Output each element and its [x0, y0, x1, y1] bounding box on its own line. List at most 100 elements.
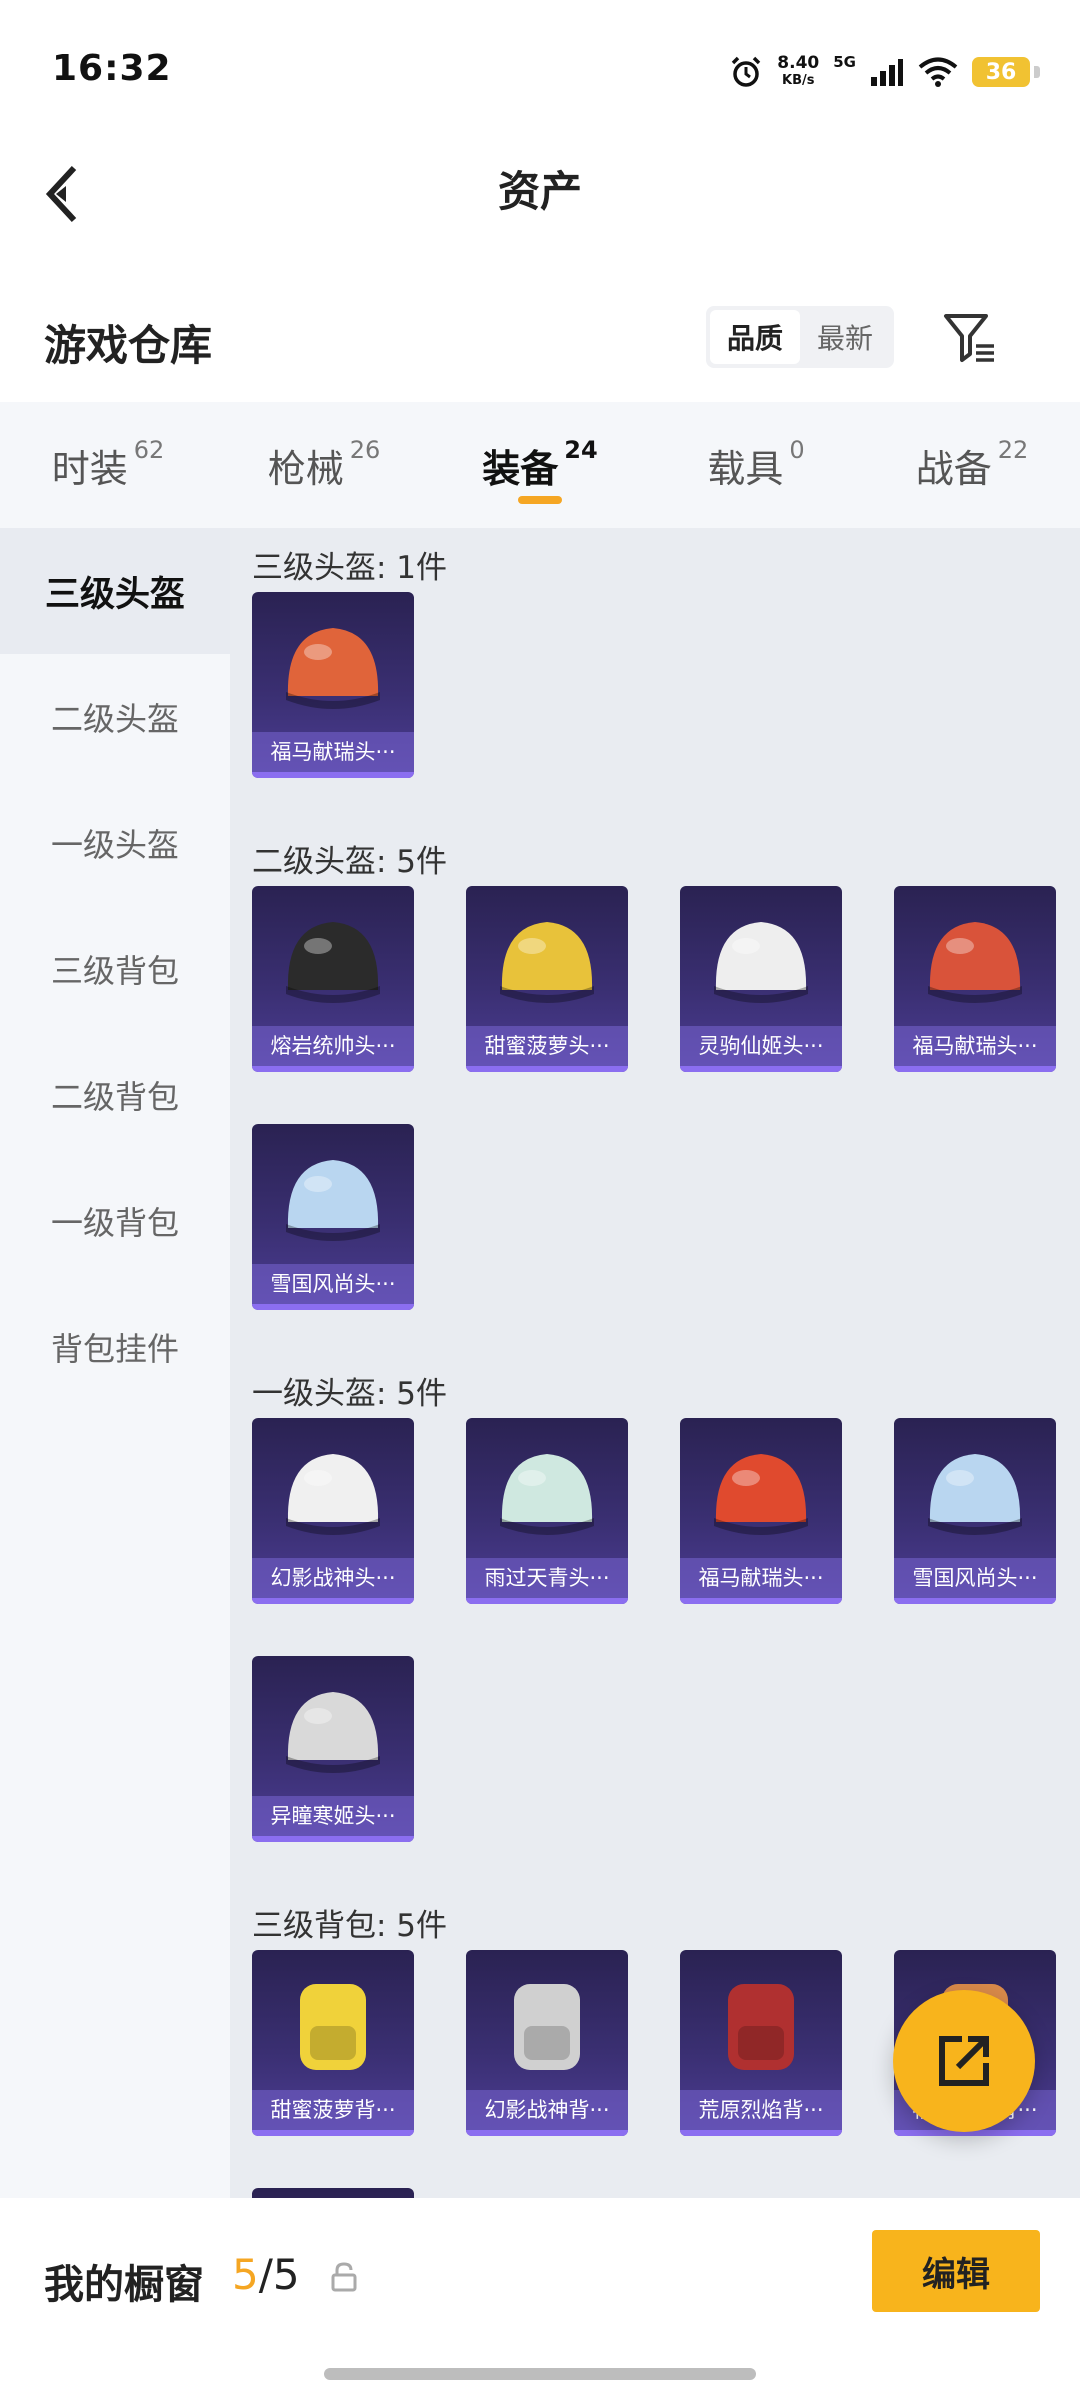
battery-level: 36: [985, 59, 1017, 85]
item-card-label: 异瞳寒姬头···: [252, 1796, 414, 1836]
sidebar-item-backpack-charm[interactable]: 背包挂件: [0, 1284, 230, 1410]
item-card[interactable]: 幻影战神头···: [252, 1418, 414, 1604]
helmet-horse-icon: [286, 628, 380, 709]
item-cards: 幻影战神头··· 雨过天青头··· 福马献瑞头··· 雪国风尚头··· 异瞳寒姬头···: [252, 1418, 1080, 1894]
tab-label: 装备: [482, 446, 559, 491]
item-card[interactable]: 福马献瑞头···: [894, 886, 1056, 1072]
share-fab-button[interactable]: [893, 1990, 1035, 2132]
showcase-label: 我的橱窗: [44, 2262, 204, 2308]
tab-vehicles[interactable]: 载具 0: [648, 402, 864, 528]
item-card-label: 荒原烈焰背···: [680, 2090, 842, 2130]
item-card[interactable]: 雪国风尚头···: [252, 1124, 414, 1310]
group-title: 一级头盔: 5件: [252, 1376, 448, 1412]
net-speed: 8.40 KB/s: [777, 54, 819, 90]
group-title: 三级背包: 5件: [252, 1908, 448, 1944]
helmet-snow-icon: [928, 1454, 1022, 1535]
sidebar-item-level2-helmet[interactable]: 二级头盔: [0, 654, 230, 780]
rarity-bar: [252, 1304, 414, 1310]
item-card[interactable]: 灵驹仙姬头···: [680, 886, 842, 1072]
item-card[interactable]: 荒原烈焰背···: [680, 1950, 842, 2136]
home-indicator[interactable]: [324, 2368, 756, 2380]
helmet-cyber-icon: [286, 1692, 380, 1773]
rarity-bar: [894, 1066, 1056, 1072]
item-card-label: 灵驹仙姬头···: [680, 1026, 842, 1066]
rarity-bar: [252, 2130, 414, 2136]
sidebar-item-level2-backpack[interactable]: 二级背包: [0, 1032, 230, 1158]
rarity-bar: [252, 772, 414, 778]
rarity-bar: [466, 2130, 628, 2136]
tab-firearms[interactable]: 枪械 26: [216, 402, 432, 528]
backpack-phantom-icon: [514, 1984, 580, 2070]
item-card-label: 甜蜜菠萝头···: [466, 1026, 628, 1066]
tab-equipment[interactable]: 装备 24: [432, 402, 648, 528]
helmet-red-icon: [928, 922, 1022, 1003]
battery-indicator: 36: [972, 57, 1040, 87]
tab-label: 载具: [707, 446, 784, 491]
sidebar-item-level1-helmet[interactable]: 一级头盔: [0, 780, 230, 906]
tab-count: 24: [564, 435, 598, 464]
sidebar-item-level1-backpack[interactable]: 一级背包: [0, 1158, 230, 1284]
backpack-pineapple-icon: [300, 1984, 366, 2070]
status-bar: 16:32 8.40 KB/s 5G 36: [0, 0, 1080, 140]
filter-button[interactable]: [940, 308, 1000, 368]
rarity-bar: [680, 1598, 842, 1604]
item-card[interactable]: 福马献瑞头···: [680, 1418, 842, 1604]
item-card[interactable]: [252, 2188, 414, 2198]
item-card[interactable]: 福马献瑞头···: [252, 592, 414, 778]
item-card[interactable]: 甜蜜菠萝头···: [466, 886, 628, 1072]
helmet-white-horse-icon: [714, 922, 808, 1003]
sort-option-quality[interactable]: 品质: [710, 310, 800, 364]
tab-fashion[interactable]: 时装 62: [0, 402, 216, 528]
item-card[interactable]: 熔岩统帅头···: [252, 886, 414, 1072]
sidebar-item-level3-backpack[interactable]: 三级背包: [0, 906, 230, 1032]
sidebar-item-level3-helmet[interactable]: 三级头盔: [0, 528, 230, 654]
item-card[interactable]: 异瞳寒姬头···: [252, 1656, 414, 1842]
sort-option-latest[interactable]: 最新: [800, 310, 890, 364]
edit-button[interactable]: 编辑: [872, 2230, 1040, 2312]
item-card[interactable]: 雪国风尚头···: [894, 1418, 1056, 1604]
helmet-lava-icon: [286, 922, 380, 1003]
net-speed-unit: KB/s: [782, 73, 815, 88]
tab-label: 枪械: [267, 446, 344, 491]
signal-icon: [871, 59, 903, 86]
item-card-label: 熔岩统帅头···: [252, 1026, 414, 1066]
item-card-label: 福马献瑞头···: [680, 1558, 842, 1598]
rarity-bar: [252, 1598, 414, 1604]
item-card[interactable]: 雨过天青头···: [466, 1418, 628, 1604]
group-title: 二级头盔: 5件: [252, 844, 448, 880]
item-cards: 熔岩统帅头··· 甜蜜菠萝头··· 灵驹仙姬头··· 福马献瑞头··· 雪国风尚头···: [252, 886, 1080, 1362]
rarity-bar: [894, 1598, 1056, 1604]
tab-count: 62: [133, 435, 165, 464]
item-card-label: 甜蜜菠萝背···: [252, 2090, 414, 2130]
item-card-label: 幻影战神头···: [252, 1558, 414, 1598]
helmet-pineapple-icon: [500, 922, 594, 1003]
showcase-count: 5/5: [232, 2250, 300, 2299]
item-group: 二级头盔: 5件熔岩统帅头··· 甜蜜菠萝头··· 灵驹仙姬头··· 福马献瑞头···…: [230, 830, 1080, 1362]
helmet-red-icon: [714, 1454, 808, 1535]
showcase-bar: 我的橱窗 5/5 编辑: [0, 2200, 1080, 2360]
showcase-count-current: 5: [232, 2250, 259, 2299]
backpack-flame-icon: [728, 1984, 794, 2070]
item-cards: 福马献瑞头···: [252, 592, 1080, 830]
rarity-bar: [466, 1066, 628, 1072]
item-grid: 三级头盔: 1件福马献瑞头··· 二级头盔: 5件熔岩统帅头··· 甜蜜菠萝头···…: [230, 528, 1080, 2198]
item-card-label: 幻影战神背···: [466, 2090, 628, 2130]
helmet-phantom-icon: [286, 1454, 380, 1535]
alarm-icon: [732, 56, 761, 87]
tab-battle-gear[interactable]: 战备 22: [864, 402, 1080, 528]
helmet-celadon-icon: [500, 1454, 594, 1535]
tab-count: 26: [349, 435, 381, 464]
item-card[interactable]: 幻影战神背···: [466, 1950, 628, 2136]
status-icons: 8.40 KB/s 5G 36: [729, 48, 1040, 96]
tab-label: 战备: [915, 446, 992, 491]
group-title: 三级头盔: 1件: [252, 550, 448, 586]
item-card[interactable]: 甜蜜菠萝背···: [252, 1950, 414, 2136]
network-type-label: 5G: [833, 53, 856, 71]
sort-toggle: 品质 最新: [706, 306, 894, 368]
tab-count: 22: [997, 435, 1029, 464]
sidebar: 三级头盔 二级头盔 一级头盔 三级背包 二级背包 一级背包 背包挂件: [0, 528, 230, 2198]
item-group: 一级头盔: 5件幻影战神头··· 雨过天青头··· 福马献瑞头··· 雪国风尚头···…: [230, 1362, 1080, 1894]
active-tab-indicator: [518, 496, 562, 504]
backpack-dark-icon: [252, 2188, 414, 2198]
warehouse-header: 游戏仓库 品质 最新: [0, 280, 1080, 400]
